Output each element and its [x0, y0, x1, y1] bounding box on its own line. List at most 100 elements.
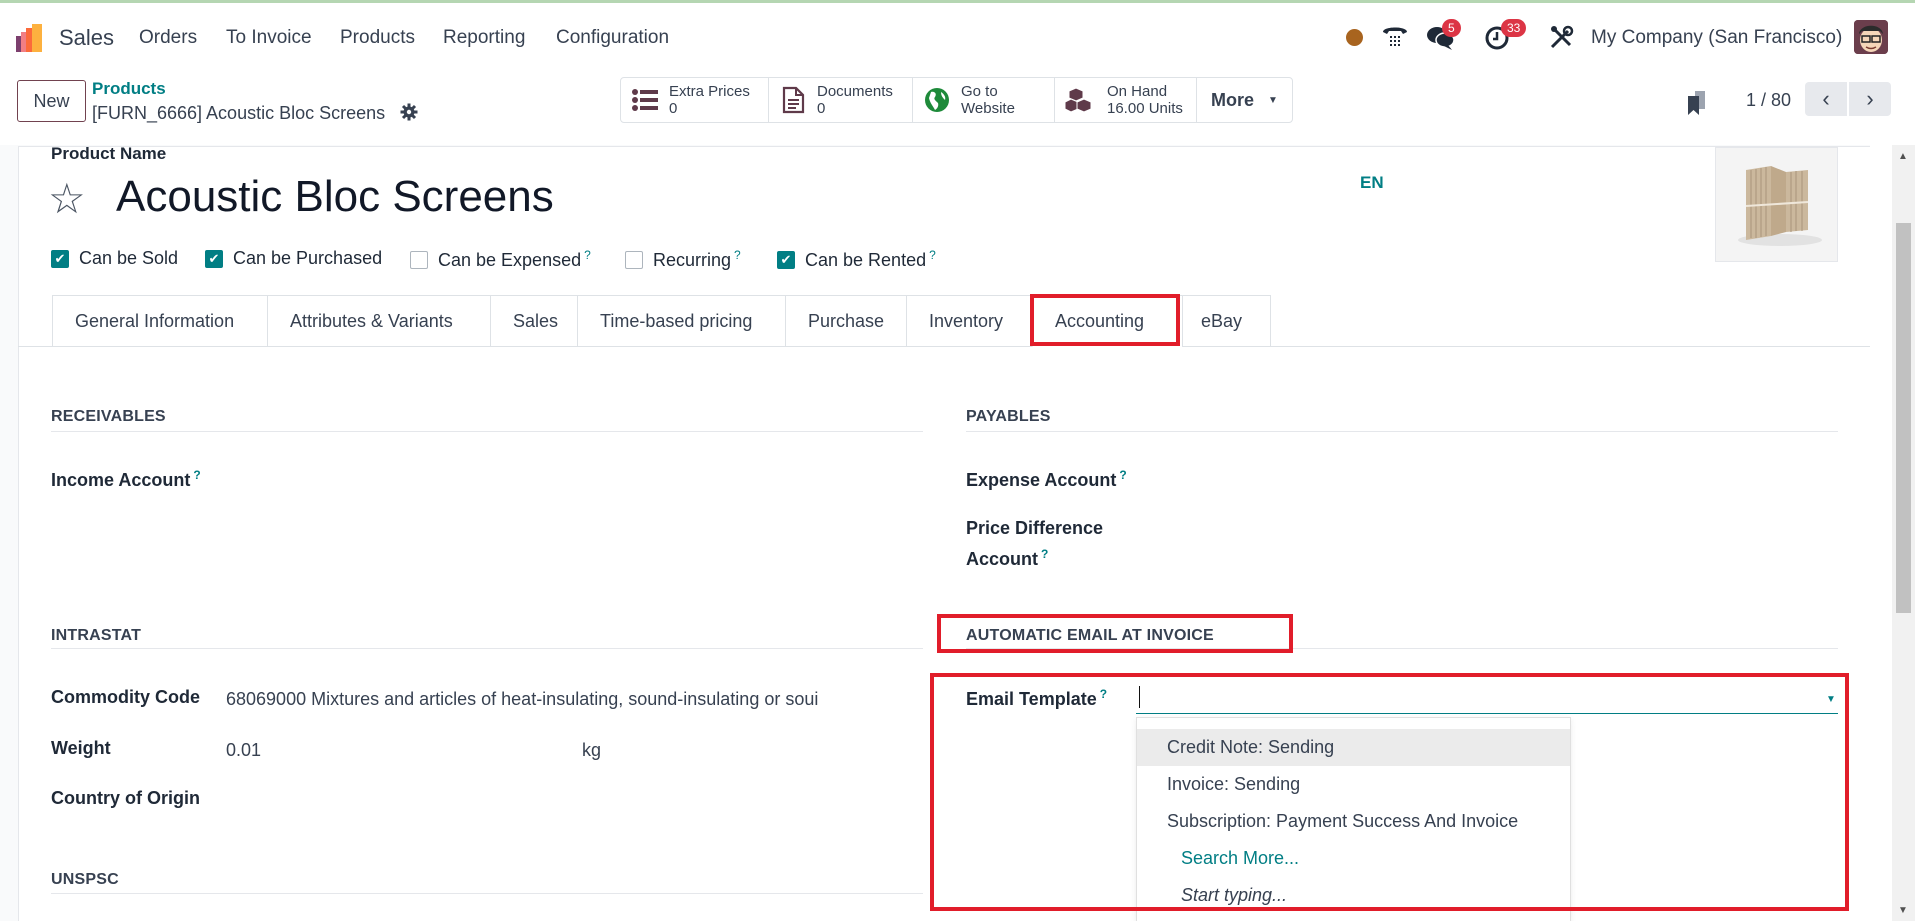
on-hand-value: 16.00 Units	[1107, 100, 1183, 117]
checkbox-can-be-sold[interactable]: ✔ Can be Sold	[51, 248, 178, 269]
country-of-origin-label: Country of Origin	[51, 788, 200, 808]
document-icon	[782, 86, 805, 114]
checkbox-can-be-purchased[interactable]: ✔ Can be Purchased	[205, 248, 382, 269]
price-difference-label-line1: Price Difference	[966, 518, 1104, 538]
help-tooltip-icon[interactable]: ?	[734, 248, 741, 262]
checkbox-label: Can be Rented?	[805, 248, 936, 270]
tab-time-based-pricing[interactable]: Time-based pricing	[577, 295, 785, 347]
gear-icon[interactable]	[400, 103, 418, 121]
menu-reporting[interactable]: Reporting	[443, 27, 525, 49]
highlight-accounting-tab	[1030, 294, 1180, 346]
help-tooltip-icon[interactable]: ?	[1119, 468, 1126, 482]
user-avatar[interactable]	[1854, 20, 1888, 54]
sales-app-logo-icon[interactable]	[14, 22, 46, 54]
go-to-website-button[interactable]: Go to Website	[913, 78, 1055, 122]
scrollbar-thumb[interactable]	[1896, 223, 1911, 613]
checkbox-label: Recurring?	[653, 248, 741, 270]
pager-value[interactable]: 1 / 80	[1746, 90, 1791, 111]
receivables-heading: RECEIVABLES	[51, 408, 166, 425]
income-account-label: Income Account?	[51, 468, 201, 490]
go-to-label: Go to	[961, 83, 998, 100]
checkbox-unchecked-icon[interactable]	[410, 250, 428, 269]
more-label: More	[1211, 89, 1255, 110]
menu-to-invoice[interactable]: To Invoice	[226, 27, 312, 49]
pager-previous-button[interactable]: ‹	[1805, 82, 1847, 116]
status-dot-icon[interactable]	[1346, 29, 1363, 46]
checkbox-can-be-rented[interactable]: ✔ Can be Rented?	[777, 248, 936, 271]
unspsc-divider	[51, 893, 923, 894]
expense-account-label: Expense Account?	[966, 468, 1127, 490]
checkbox-checked-icon[interactable]: ✔	[205, 249, 223, 268]
acoustic-screen-image	[1716, 148, 1837, 261]
favorite-star-icon[interactable]: ☆	[48, 174, 86, 223]
checkbox-can-be-expensed[interactable]: Can be Expensed?	[410, 248, 591, 271]
highlight-email-template-area	[930, 673, 1849, 911]
extra-prices-button[interactable]: Extra Prices 0	[621, 78, 769, 122]
tab-purchase[interactable]: Purchase	[785, 295, 906, 347]
payables-divider	[966, 431, 1838, 432]
caret-down-icon: ▼	[1268, 94, 1278, 106]
vertical-scrollbar[interactable]: ▲ ▼	[1892, 145, 1915, 921]
menu-configuration[interactable]: Configuration	[556, 27, 669, 49]
extra-prices-label: Extra Prices	[669, 83, 750, 100]
pager-buttons: ‹ ›	[1805, 82, 1891, 116]
weight-field[interactable]: 0.01	[226, 740, 261, 761]
menu-orders[interactable]: Orders	[139, 27, 197, 49]
help-tooltip-icon[interactable]: ?	[1041, 547, 1048, 561]
checkbox-recurring[interactable]: Recurring?	[625, 248, 741, 271]
commodity-code-field[interactable]: 68069000 Mixtures and articles of heat-i…	[226, 689, 861, 710]
help-tooltip-icon[interactable]: ?	[584, 248, 591, 262]
menu-products[interactable]: Products	[340, 27, 415, 49]
app-name[interactable]: Sales	[59, 25, 114, 51]
tab-general-information[interactable]: General Information	[52, 295, 267, 347]
breadcrumb-products[interactable]: Products	[92, 79, 166, 99]
messages-badge: 5	[1442, 19, 1461, 37]
bookmark-icon[interactable]	[1686, 89, 1708, 117]
help-tooltip-icon[interactable]: ?	[929, 248, 936, 262]
smart-buttons-bar: Extra Prices 0 Documents 0 Go to Website On…	[620, 77, 1293, 123]
documents-label: Documents	[817, 83, 893, 100]
weight-label: Weight	[51, 738, 111, 758]
on-hand-button[interactable]: On Hand 16.00 Units	[1055, 78, 1197, 122]
pager-next-button[interactable]: ›	[1849, 82, 1891, 116]
checkbox-checked-icon[interactable]: ✔	[51, 249, 69, 268]
scroll-down-arrow-icon[interactable]: ▼	[1898, 905, 1908, 916]
cubes-icon	[1065, 87, 1092, 113]
debug-tools-icon[interactable]	[1548, 25, 1574, 51]
breadcrumb-current-record: [FURN_6666] Acoustic Bloc Screens	[92, 103, 386, 123]
checkbox-label: Can be Expensed?	[438, 248, 591, 270]
on-hand-label: On Hand	[1107, 83, 1168, 100]
list-icon	[632, 89, 658, 111]
checkbox-label: Can be Sold	[79, 248, 179, 268]
chevron-right-icon: ›	[1866, 86, 1874, 111]
phone-icon[interactable]	[1381, 23, 1409, 49]
tab-ebay[interactable]: eBay	[1182, 295, 1271, 347]
top-navbar: Sales Orders To Invoice Products Reporti…	[0, 0, 1915, 70]
tab-sales[interactable]: Sales	[490, 295, 577, 347]
documents-button[interactable]: Documents 0	[769, 78, 913, 122]
checkbox-checked-icon[interactable]: ✔	[777, 250, 795, 269]
commodity-code-label: Commodity Code	[51, 687, 201, 707]
tab-attributes-variants[interactable]: Attributes & Variants	[267, 295, 490, 347]
more-button[interactable]: More ▼	[1197, 78, 1292, 122]
price-difference-label-line2: Account?	[966, 547, 1049, 569]
tab-inventory[interactable]: Inventory	[906, 295, 1032, 347]
help-tooltip-icon[interactable]: ?	[193, 468, 200, 482]
scroll-up-arrow-icon[interactable]: ▲	[1898, 151, 1908, 162]
documents-value: 0	[817, 100, 826, 117]
avatar-face-icon	[1854, 20, 1888, 54]
language-button[interactable]: EN	[1360, 173, 1384, 193]
website-label: Website	[961, 100, 1015, 117]
checkbox-unchecked-icon[interactable]	[625, 250, 643, 269]
weight-unit: kg	[582, 740, 602, 760]
unspsc-heading: UNSPSC	[51, 871, 119, 888]
receivables-divider	[51, 431, 923, 432]
chevron-left-icon: ‹	[1822, 86, 1830, 111]
product-name-field[interactable]: Acoustic Bloc Screens	[116, 172, 554, 222]
new-button[interactable]: New	[17, 80, 86, 122]
checkbox-label: Can be Purchased	[233, 248, 383, 268]
extra-prices-value: 0	[669, 100, 678, 117]
company-switcher[interactable]: My Company (San Francisco)	[1591, 27, 1842, 49]
product-image[interactable]	[1715, 147, 1838, 262]
product-name-label: Product Name	[51, 144, 167, 163]
